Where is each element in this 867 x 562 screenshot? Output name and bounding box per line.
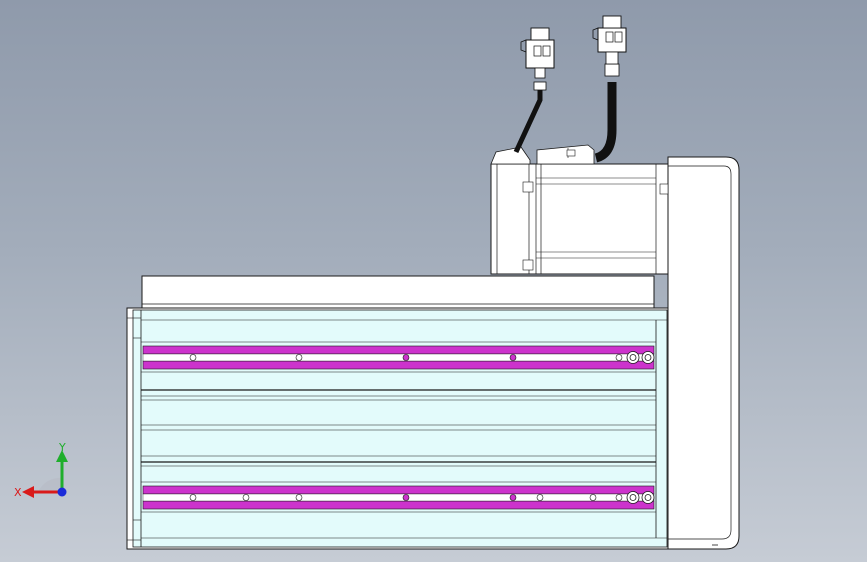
end-housing: [667, 156, 740, 550]
actuator-body: [126, 307, 669, 550]
cad-viewport[interactable]: Y X: [0, 0, 867, 562]
z-axis-dot: [57, 487, 67, 497]
motor-cables: [513, 63, 620, 163]
orientation-triad: Y X: [14, 441, 68, 499]
connector-left: [520, 27, 555, 79]
servo-motor: [490, 144, 669, 275]
top-mounting-plate: [141, 275, 655, 309]
y-axis-label: Y: [58, 441, 66, 454]
lower-t-slot: [142, 485, 655, 510]
upper-t-slot: [142, 345, 655, 370]
connector-right: [592, 15, 627, 65]
x-axis-label: X: [14, 486, 22, 499]
linear-actuator-drawing: [126, 15, 740, 550]
x-axis-arrowhead: [22, 486, 34, 498]
